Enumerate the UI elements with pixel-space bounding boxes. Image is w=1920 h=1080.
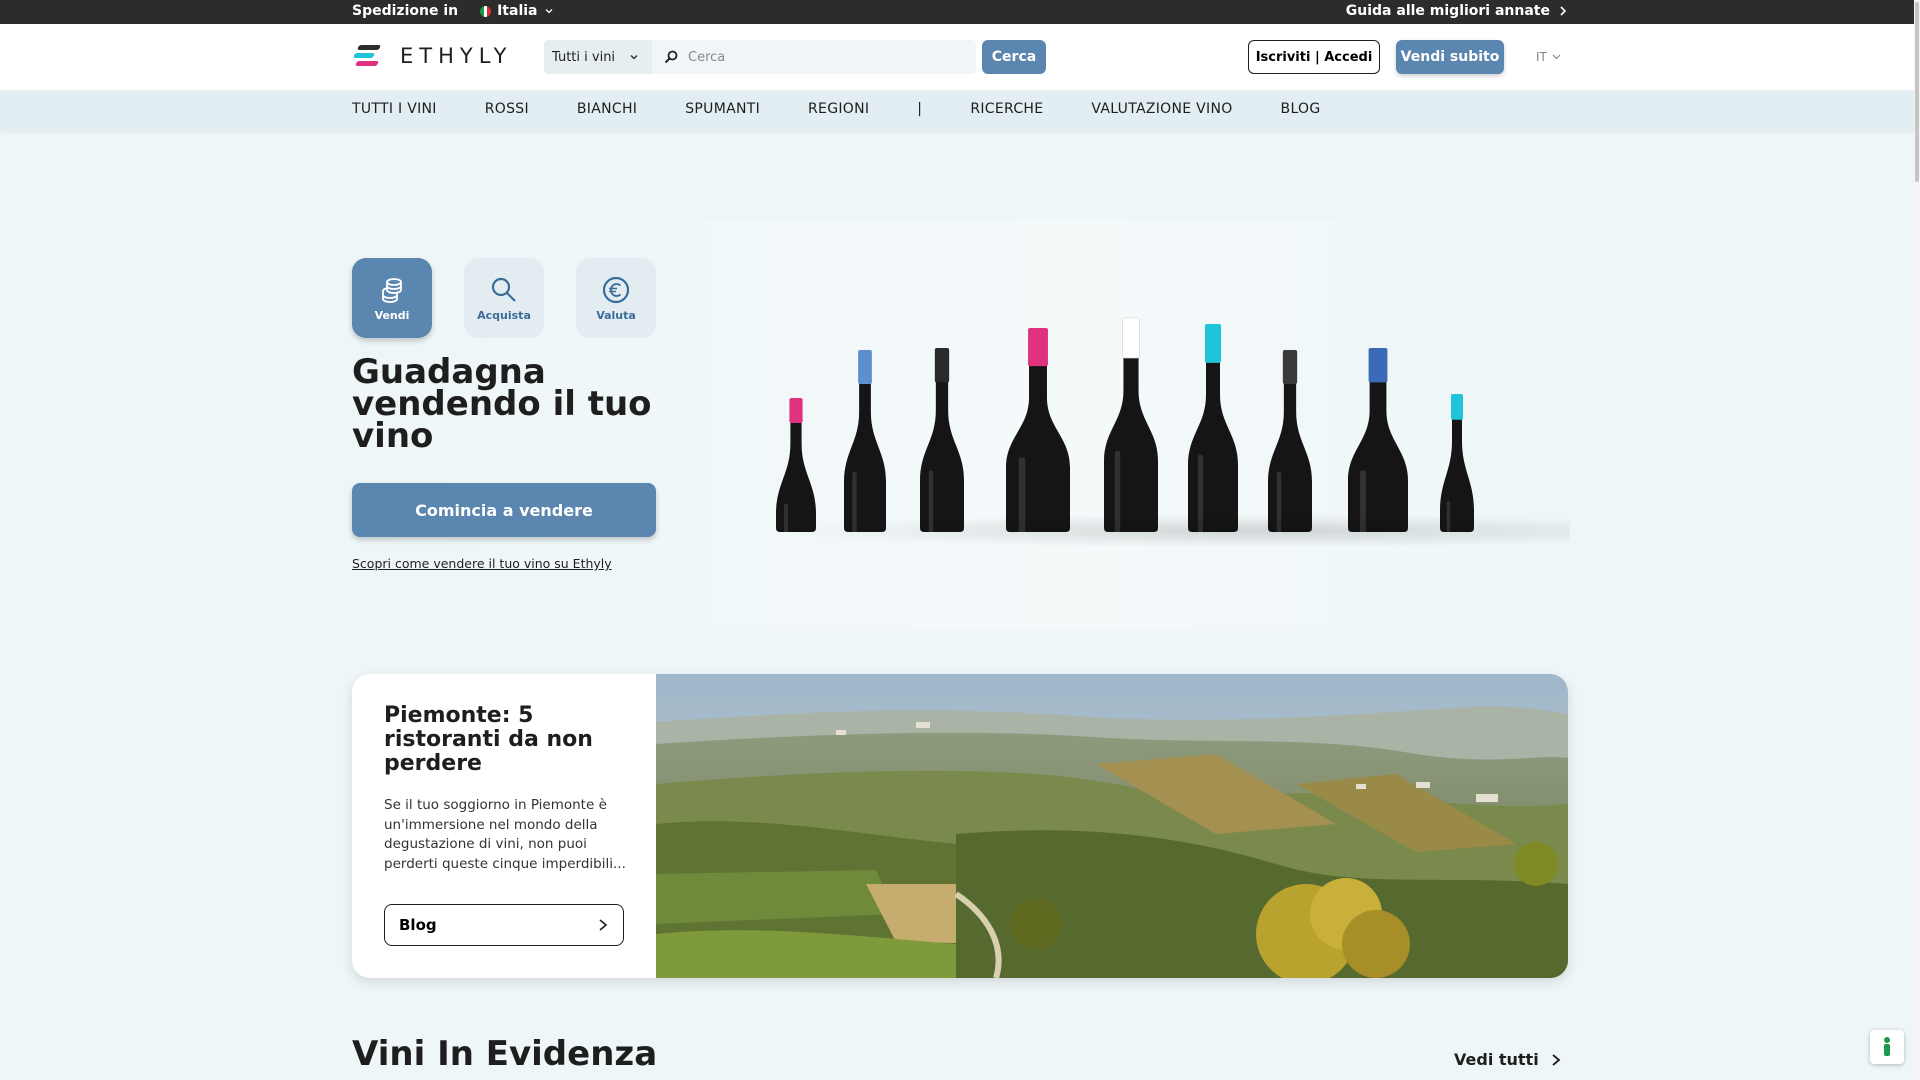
tile-buy-label: Acquista — [477, 308, 531, 322]
country-dropdown[interactable]: Italia — [480, 3, 553, 19]
vintage-guide-link[interactable]: Guida alle migliori annate — [1346, 3, 1568, 19]
nav-item-whites[interactable]: BIANCHI — [577, 101, 637, 117]
wine-bottles-image — [760, 300, 1570, 564]
italy-flag-icon — [480, 5, 492, 17]
search-button[interactable]: Cerca — [982, 40, 1046, 74]
how-to-sell-link[interactable]: Scopri come vendere il tuo vino su Ethyl… — [352, 556, 612, 571]
accessibility-badge[interactable] — [1870, 1030, 1904, 1064]
magnifier-icon — [491, 277, 516, 302]
search-input[interactable] — [688, 49, 958, 65]
tile-sell-label: Vendi — [374, 308, 410, 322]
shipping-selector: Spedizione in Italia — [352, 3, 554, 19]
language-selector[interactable]: IT — [1536, 50, 1562, 64]
chevron-right-icon — [1552, 1053, 1561, 1066]
nav-item-reds[interactable]: ROSSI — [485, 101, 529, 117]
see-all-link[interactable]: Vedi tutti — [1454, 1050, 1561, 1069]
chevron-down-icon — [545, 9, 552, 14]
nav-item-wine-valuation[interactable]: VALUTAZIONE VINO — [1091, 101, 1232, 117]
start-selling-button[interactable]: Comincia a vendere — [352, 483, 656, 537]
blog-feature-card: Piemonte: 5 ristoranti da non perdere Se… — [352, 674, 1568, 978]
scrollbar-thumb[interactable] — [1915, 2, 1919, 182]
signup-login-button[interactable]: Iscriviti | Accedi — [1248, 40, 1380, 74]
nav-item-sparkling[interactable]: SPUMANTI — [685, 101, 760, 117]
hero-title: Guadagna vendendo il tuo vino — [352, 352, 652, 456]
shipping-topbar: Spedizione in Italia Guida alle migliori… — [0, 0, 1920, 24]
vintage-guide-label: Guida alle migliori annate — [1345, 3, 1550, 19]
blog-button[interactable]: Blog — [384, 904, 624, 946]
accessibility-icon — [1884, 1037, 1890, 1056]
tile-sell[interactable]: Vendi — [352, 258, 432, 338]
search-icon — [664, 50, 678, 64]
nav-item-regions[interactable]: REGIONI — [808, 101, 869, 117]
featured-wines-title: Vini In Evidenza — [352, 1034, 658, 1074]
main-navigation: TUTTI I VINI ROSSI BIANCHI SPUMANTI REGI… — [0, 90, 1920, 130]
chevron-down-icon — [1552, 54, 1561, 60]
bottles-shadow — [770, 514, 1570, 548]
site-header: ETHYLY Tutti i vini Cerca Iscriviti | Ac… — [0, 24, 1920, 90]
chevron-right-icon — [1560, 6, 1567, 16]
language-label: IT — [1536, 50, 1547, 64]
nav-item-searches[interactable]: RICERCHE — [970, 101, 1043, 117]
wine-bottle — [1104, 317, 1158, 548]
tile-valuate-label: Valuta — [596, 308, 636, 322]
chevron-right-icon — [599, 919, 608, 931]
tile-buy[interactable]: Acquista — [464, 258, 544, 338]
shipping-label: Spedizione in — [352, 3, 459, 19]
page-scrollbar[interactable] — [1914, 0, 1920, 1080]
chevron-down-icon — [630, 55, 638, 60]
hero-mode-tiles: Vendi Acquista Valuta — [352, 258, 656, 338]
search-field — [652, 40, 976, 74]
piemonte-vineyard-image — [656, 674, 1568, 978]
nav-separator: | — [917, 101, 923, 117]
country-name: Italia — [497, 3, 538, 19]
ethyly-logo[interactable]: ETHYLY — [352, 44, 512, 68]
euro-icon — [602, 276, 630, 303]
blog-button-label: Blog — [399, 916, 437, 934]
see-all-label: Vedi tutti — [1454, 1050, 1539, 1069]
tile-valuate[interactable]: Valuta — [576, 258, 656, 338]
search-bar: Tutti i vini Cerca — [544, 40, 1046, 74]
blog-card-content: Piemonte: 5 ristoranti da non perdere Se… — [352, 674, 656, 978]
sell-now-button[interactable]: Vendi subito — [1396, 40, 1504, 74]
blog-card-excerpt: Se il tuo soggiorno in Piemonte è un'imm… — [384, 797, 626, 872]
logo-mark-icon — [352, 44, 382, 68]
blog-card-title: Piemonte: 5 ristoranti da non perdere — [384, 703, 593, 776]
coins-icon — [382, 277, 402, 303]
search-category-dropdown[interactable]: Tutti i vini — [544, 40, 652, 74]
search-category-label: Tutti i vini — [552, 49, 616, 65]
nav-item-blog[interactable]: BLOG — [1281, 101, 1321, 117]
nav-item-all-wines[interactable]: TUTTI I VINI — [352, 101, 437, 117]
logo-text: ETHYLY — [400, 44, 513, 68]
